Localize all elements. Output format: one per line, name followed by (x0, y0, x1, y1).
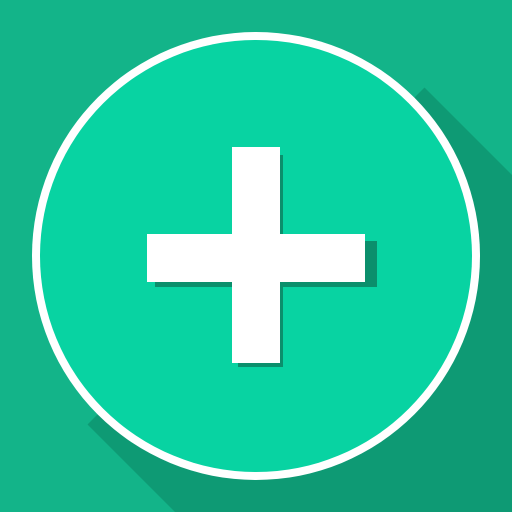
app-icon (0, 0, 512, 512)
add-plus-icon (0, 0, 512, 512)
